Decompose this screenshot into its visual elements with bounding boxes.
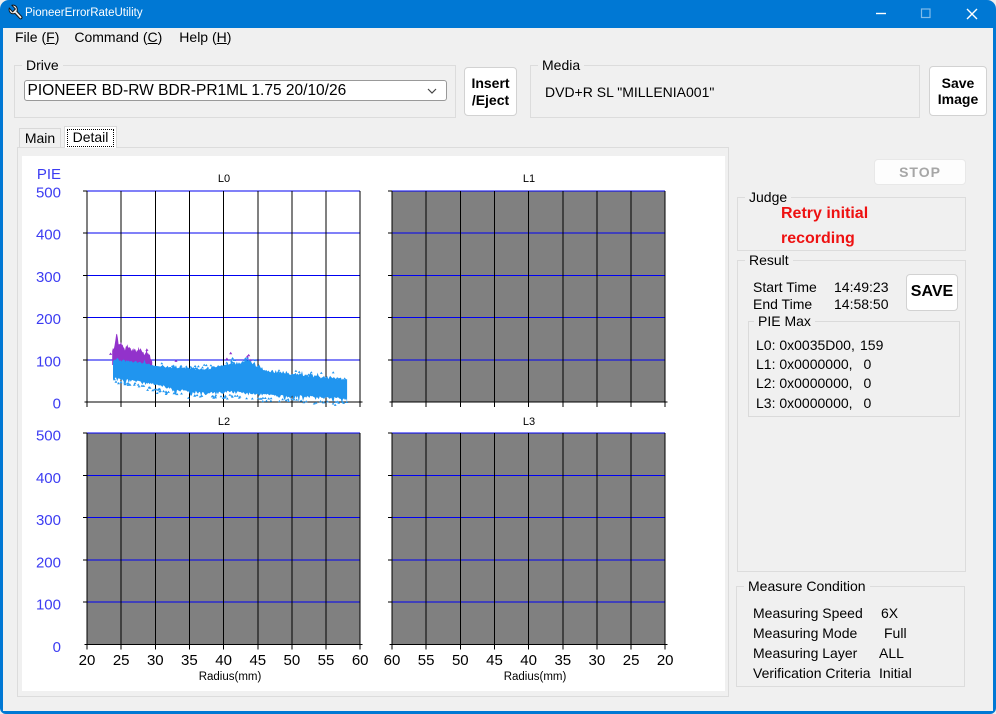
svg-text:500: 500	[36, 185, 61, 202]
svg-text:60: 60	[352, 652, 369, 669]
svg-text:L0: L0	[218, 173, 230, 185]
svg-text:L3: L3	[523, 416, 535, 428]
svg-text:PIE: PIE	[37, 166, 61, 183]
svg-text:40: 40	[215, 652, 232, 669]
svg-text:35: 35	[554, 652, 571, 669]
svg-text:300: 300	[36, 512, 61, 529]
svg-text:200: 200	[36, 554, 61, 571]
svg-text:55: 55	[318, 652, 335, 669]
svg-text:0: 0	[53, 639, 61, 656]
svg-text:30: 30	[589, 652, 606, 669]
svg-text:50: 50	[284, 652, 301, 669]
svg-text:25: 25	[113, 652, 130, 669]
svg-text:35: 35	[181, 652, 198, 669]
svg-text:100: 100	[36, 353, 61, 370]
svg-text:50: 50	[452, 652, 469, 669]
svg-text:400: 400	[36, 227, 61, 244]
svg-text:20: 20	[79, 652, 96, 669]
svg-text:60: 60	[384, 652, 401, 669]
svg-text:45: 45	[249, 652, 266, 669]
svg-text:Radius(mm): Radius(mm)	[504, 671, 567, 683]
svg-text:25: 25	[623, 652, 640, 669]
svg-text:0: 0	[53, 396, 61, 413]
svg-text:Radius(mm): Radius(mm)	[199, 671, 262, 683]
svg-text:45: 45	[486, 652, 503, 669]
svg-text:L2: L2	[218, 416, 230, 428]
svg-text:100: 100	[36, 597, 61, 614]
svg-text:500: 500	[36, 428, 61, 445]
svg-text:40: 40	[520, 652, 537, 669]
svg-text:20: 20	[657, 652, 674, 669]
svg-text:L1: L1	[523, 173, 535, 185]
svg-text:300: 300	[36, 269, 61, 286]
svg-text:30: 30	[147, 652, 164, 669]
svg-text:200: 200	[36, 311, 61, 328]
svg-text:400: 400	[36, 470, 61, 487]
svg-text:55: 55	[418, 652, 435, 669]
